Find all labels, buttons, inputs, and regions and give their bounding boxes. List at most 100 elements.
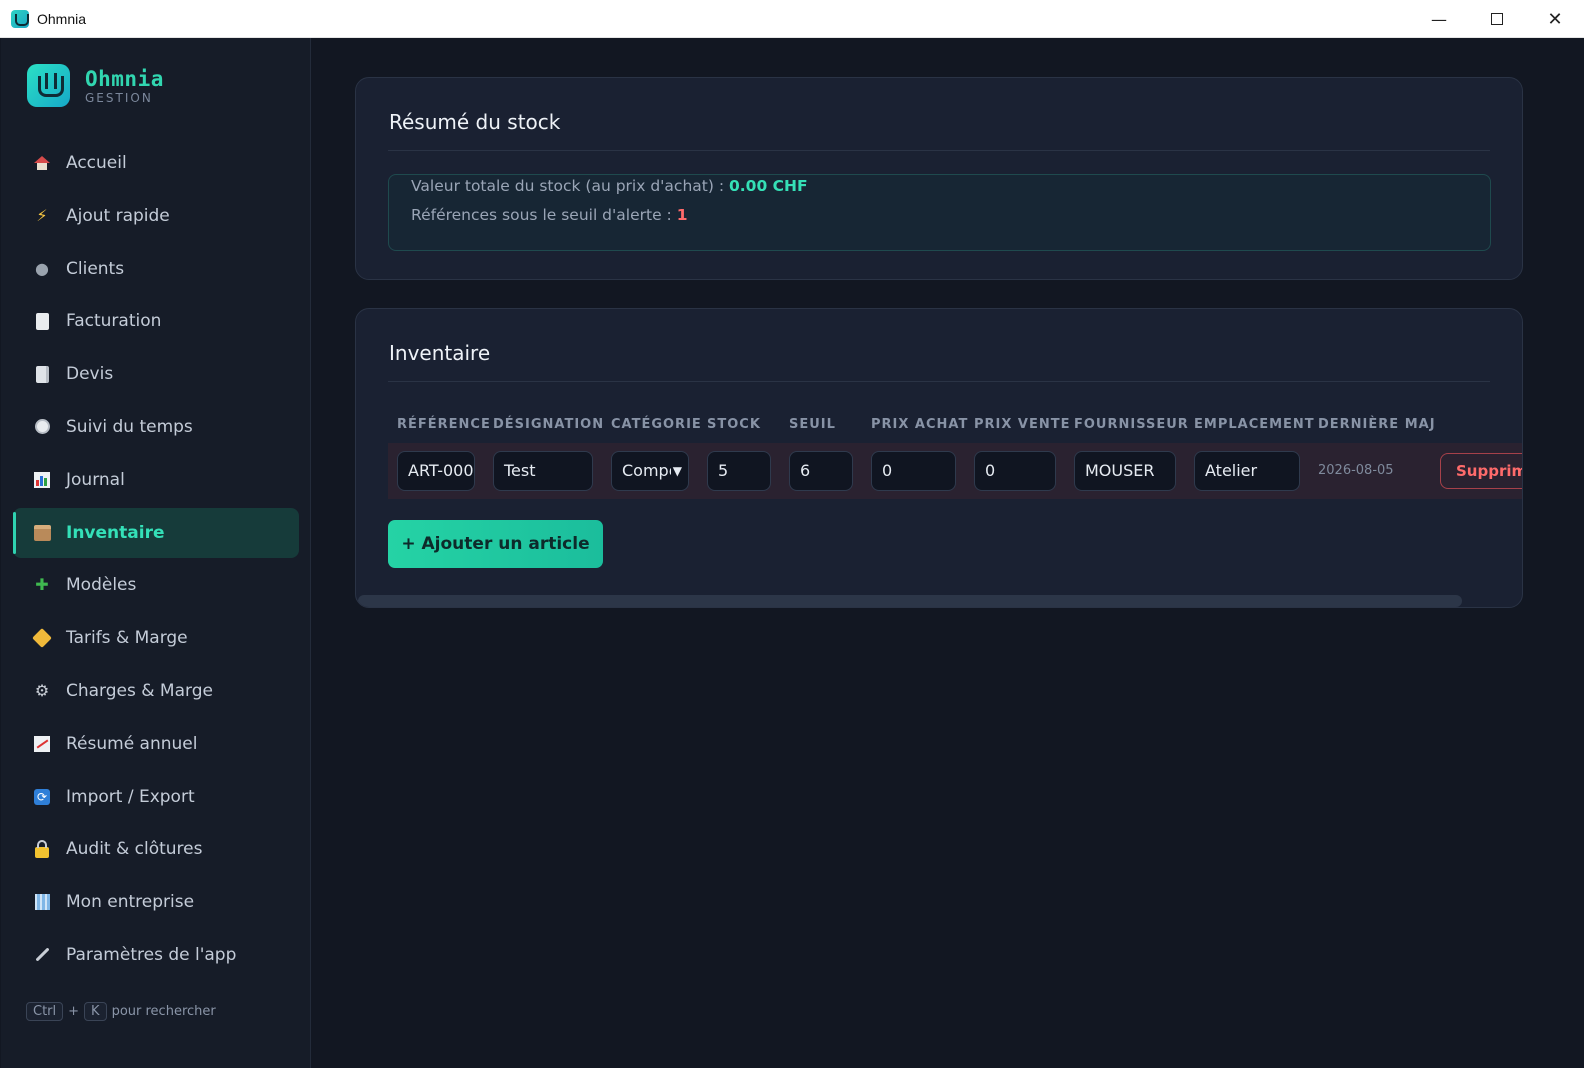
kbd-k: K bbox=[84, 1002, 107, 1021]
sidebar: Ohmnia GESTION Accueil ⚡ Ajout rapide ● … bbox=[1, 38, 311, 1068]
card-divider bbox=[388, 381, 1490, 382]
alert-label: Références sous le seuil d'alerte : bbox=[411, 206, 677, 224]
prix-vente-input[interactable]: 0 bbox=[974, 451, 1056, 491]
app-logo-icon bbox=[11, 9, 29, 28]
shortcut-text: pour rechercher bbox=[111, 1004, 216, 1019]
sidebar-item-label: Paramètres de l'app bbox=[66, 944, 237, 965]
sidebar-item-modeles[interactable]: ✚ Modèles bbox=[13, 560, 299, 610]
trend-chart-icon bbox=[32, 734, 52, 754]
window-titlebar: Ohmnia — ✕ bbox=[0, 0, 1584, 38]
inventory-title: Inventaire bbox=[389, 341, 491, 365]
stopwatch-icon bbox=[32, 417, 52, 437]
seuil-input[interactable]: 6 bbox=[789, 451, 853, 491]
emplacement-input[interactable]: Atelier bbox=[1194, 451, 1300, 491]
brand-logo-icon bbox=[27, 64, 70, 107]
sidebar-nav: Accueil ⚡ Ajout rapide ● Clients Factura… bbox=[13, 138, 299, 983]
total-value-label: Valeur totale du stock (au prix d'achat)… bbox=[411, 177, 729, 195]
stock-summary-card: Résumé du stock Valeur totale du stock (… bbox=[355, 77, 1523, 280]
user-icon: ● bbox=[35, 258, 49, 278]
sidebar-item-label: Mon entreprise bbox=[66, 892, 195, 913]
sidebar-item-label: Inventaire bbox=[66, 522, 165, 543]
tag-icon bbox=[32, 628, 52, 649]
sidebar-item-audit-clotures[interactable]: Audit & clôtures bbox=[13, 824, 299, 874]
sidebar-item-label: Facturation bbox=[66, 311, 162, 332]
reference-input[interactable]: ART-000 bbox=[397, 451, 475, 491]
minimize-button[interactable]: — bbox=[1410, 0, 1468, 38]
sidebar-item-label: Charges & Marge bbox=[66, 680, 213, 701]
prix-achat-input[interactable]: 0 bbox=[871, 451, 956, 491]
alert-line: Références sous le seuil d'alerte : 1 bbox=[411, 204, 1468, 233]
col-categorie: CATÉGORIE bbox=[611, 417, 702, 432]
sidebar-item-charges-marge[interactable]: ⚙ Charges & Marge bbox=[13, 666, 299, 716]
sidebar-item-label: Devis bbox=[66, 364, 114, 385]
alert-count: 1 bbox=[676, 206, 688, 224]
brand-name: Ohmnia bbox=[85, 66, 164, 91]
col-stock: STOCK bbox=[707, 417, 761, 432]
wrench-icon bbox=[32, 945, 52, 965]
sidebar-item-ajout-rapide[interactable]: ⚡ Ajout rapide bbox=[13, 191, 299, 241]
sidebar-item-journal[interactable]: Journal bbox=[13, 455, 299, 505]
table-row: ART-000 Test Compo ▼ 5 6 0 0 MOUSER Atel… bbox=[388, 443, 1522, 499]
sidebar-item-label: Tarifs & Marge bbox=[66, 628, 188, 649]
brand[interactable]: Ohmnia GESTION bbox=[27, 64, 164, 107]
stock-input[interactable]: 5 bbox=[707, 451, 771, 491]
maximize-icon bbox=[1491, 13, 1503, 25]
maximize-button[interactable] bbox=[1468, 0, 1526, 38]
bar-chart-icon bbox=[32, 470, 52, 490]
receipt-icon bbox=[32, 311, 52, 331]
col-seuil: SEUIL bbox=[789, 417, 836, 432]
puzzle-icon: ✚ bbox=[35, 575, 49, 595]
sidebar-item-label: Résumé annuel bbox=[66, 733, 198, 754]
col-designation: DÉSIGNATION bbox=[493, 417, 605, 432]
sidebar-item-facturation[interactable]: Facturation bbox=[13, 296, 299, 346]
derniere-maj-value: 2026-08-05 bbox=[1318, 463, 1394, 478]
brand-subtitle: GESTION bbox=[85, 90, 153, 105]
chevron-down-icon: ▼ bbox=[670, 452, 682, 490]
total-value-line: Valeur totale du stock (au prix d'achat)… bbox=[411, 175, 1468, 204]
inventory-card: Inventaire RÉFÉRENCE DÉSIGNATION CATÉGOR… bbox=[355, 308, 1523, 608]
col-emplacement: EMPLACEMENT bbox=[1194, 417, 1315, 432]
designation-input[interactable]: Test bbox=[493, 451, 593, 491]
sidebar-item-clients[interactable]: ● Clients bbox=[13, 244, 299, 294]
sidebar-item-label: Ajout rapide bbox=[66, 205, 170, 226]
kbd-ctrl: Ctrl bbox=[26, 1002, 64, 1021]
card-divider bbox=[388, 150, 1490, 151]
box-icon bbox=[32, 523, 52, 543]
sidebar-item-label: Import / Export bbox=[66, 786, 195, 807]
sidebar-item-tarifs-marge[interactable]: Tarifs & Marge bbox=[13, 613, 299, 663]
inventory-table: RÉFÉRENCE DÉSIGNATION CATÉGORIE STOCK SE… bbox=[388, 407, 1522, 503]
sidebar-item-inventaire[interactable]: Inventaire bbox=[13, 507, 299, 558]
col-reference: RÉFÉRENCE bbox=[397, 417, 491, 432]
sidebar-item-label: Accueil bbox=[66, 153, 127, 173]
fournisseur-input[interactable]: MOUSER bbox=[1074, 451, 1176, 491]
sidebar-item-import-export[interactable]: ⟳ Import / Export bbox=[13, 772, 299, 822]
sidebar-item-label: Audit & clôtures bbox=[66, 839, 203, 860]
sidebar-item-label: Clients bbox=[66, 258, 125, 279]
refresh-icon: ⟳ bbox=[32, 787, 52, 807]
sidebar-item-devis[interactable]: Devis bbox=[13, 349, 299, 399]
building-icon bbox=[32, 892, 52, 912]
sidebar-item-mon-entreprise[interactable]: Mon entreprise bbox=[13, 877, 299, 927]
gear-icon: ⚙ bbox=[34, 680, 50, 700]
search-shortcut-hint: Ctrl + K pour rechercher bbox=[26, 1002, 216, 1021]
window-title: Ohmnia bbox=[37, 10, 87, 27]
col-derniere-maj: DERNIÈRE MAJ bbox=[1318, 417, 1436, 432]
sidebar-item-resume-annuel[interactable]: Résumé annuel bbox=[13, 719, 299, 769]
lightning-icon: ⚡ bbox=[36, 205, 48, 225]
category-select[interactable]: Compo ▼ bbox=[611, 451, 689, 491]
main-content: Résumé du stock Valeur totale du stock (… bbox=[312, 38, 1584, 1068]
window-controls: — ✕ bbox=[1410, 0, 1584, 38]
sidebar-item-parametres[interactable]: Paramètres de l'app bbox=[13, 930, 299, 980]
col-prix-vente: PRIX VENTE bbox=[974, 417, 1071, 432]
total-value: 0.00 CHF bbox=[728, 177, 808, 195]
delete-button[interactable]: Supprimer bbox=[1440, 453, 1522, 489]
sidebar-item-accueil[interactable]: Accueil bbox=[13, 138, 299, 188]
close-button[interactable]: ✕ bbox=[1526, 0, 1584, 38]
lock-icon bbox=[32, 839, 52, 859]
col-prix-achat: PRIX ACHAT bbox=[871, 417, 969, 432]
horizontal-scrollbar[interactable] bbox=[358, 595, 1462, 607]
sidebar-item-suivi-du-temps[interactable]: Suivi du temps bbox=[13, 402, 299, 452]
add-article-button[interactable]: + Ajouter un article bbox=[388, 520, 603, 568]
stock-summary-title: Résumé du stock bbox=[389, 110, 561, 134]
col-fournisseur: FOURNISSEUR bbox=[1074, 417, 1189, 432]
